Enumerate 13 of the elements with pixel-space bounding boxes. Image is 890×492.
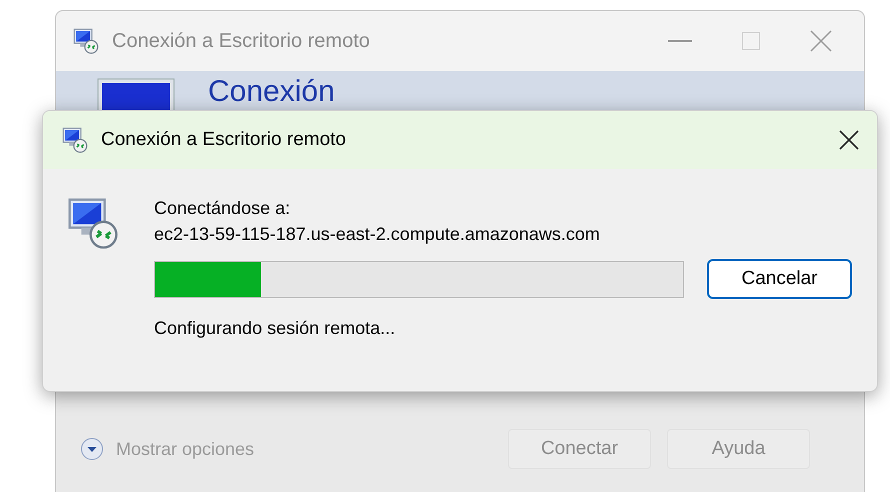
connecting-label: Conectándose a: — [154, 197, 292, 220]
banner-title: Conexión — [208, 77, 335, 107]
dialog-title: Conexión a Escritorio remoto — [101, 128, 346, 152]
status-text: Configurando sesión remota... — [154, 317, 396, 340]
cancel-button[interactable]: Cancelar — [707, 259, 852, 299]
remote-desktop-icon — [61, 126, 89, 154]
close-icon[interactable] — [839, 130, 859, 150]
show-options-link[interactable]: Mostrar opciones — [116, 436, 254, 462]
remote-desktop-icon — [72, 27, 100, 55]
window-title: Conexión a Escritorio remoto — [112, 29, 370, 54]
host-name: ec2-13-59-115-187.us-east-2.compute.amazonaws.com — [154, 223, 601, 246]
maximize-icon[interactable] — [742, 32, 760, 50]
expand-icon[interactable] — [80, 437, 104, 461]
